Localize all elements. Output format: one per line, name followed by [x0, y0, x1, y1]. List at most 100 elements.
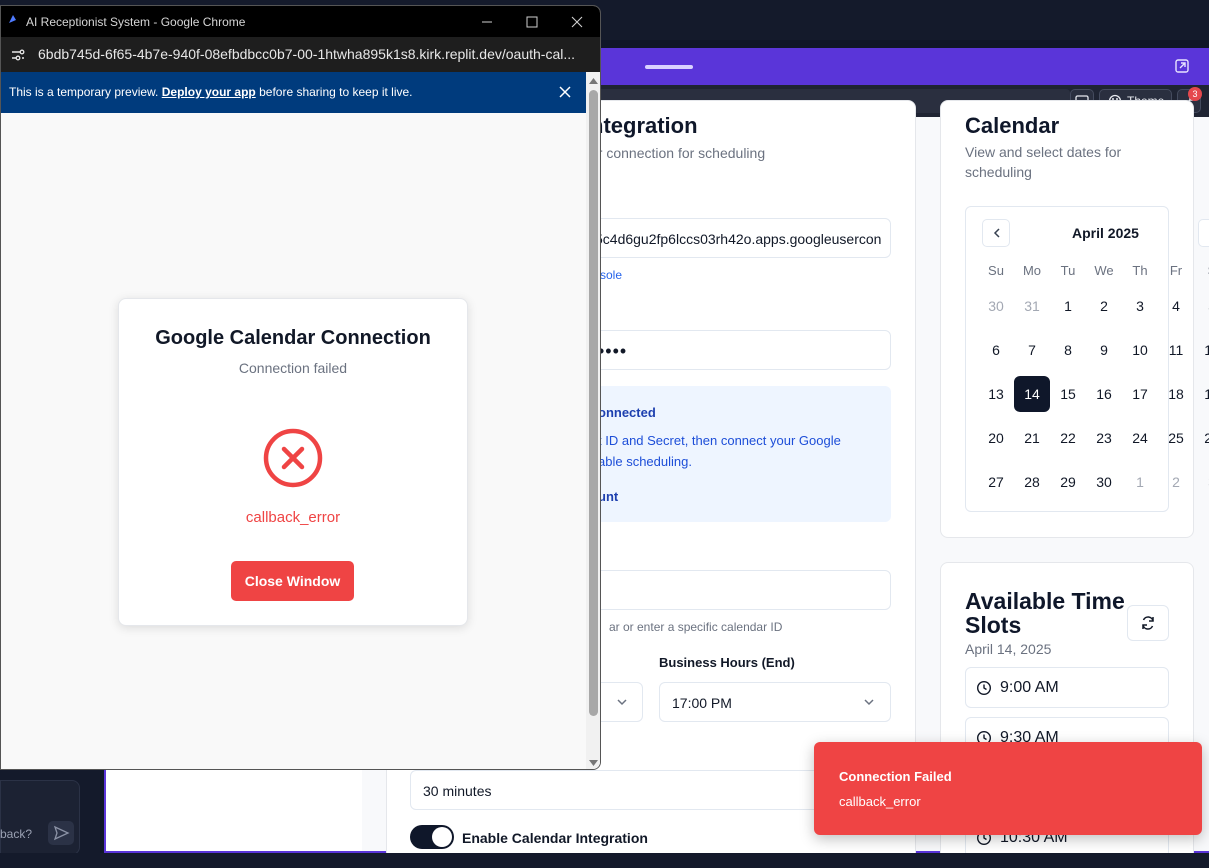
- calendar-day[interactable]: 14: [1014, 376, 1050, 412]
- calendar-day[interactable]: 5: [1194, 288, 1209, 324]
- next-month-button[interactable]: [1198, 219, 1209, 247]
- weekday-label: We: [1094, 263, 1114, 278]
- calendar-day[interactable]: 10: [1122, 332, 1158, 368]
- calendar-day[interactable]: 7: [1014, 332, 1050, 368]
- temporary-preview-banner: This is a temporary preview. Deploy your…: [1, 72, 586, 113]
- banner-close-icon[interactable]: [559, 86, 571, 98]
- calendar-day[interactable]: 13: [978, 376, 1014, 412]
- enable-calendar-toggle[interactable]: [410, 825, 454, 849]
- drag-handle[interactable]: [645, 65, 693, 69]
- popup-scroll-thumb[interactable]: [589, 90, 598, 716]
- calendar-day[interactable]: 19: [1194, 376, 1209, 412]
- calendar-id-input[interactable]: [560, 570, 891, 610]
- calendar-day[interactable]: 29: [1050, 464, 1086, 500]
- notification-badge: 3: [1188, 87, 1202, 101]
- calendar-day[interactable]: 22: [1050, 420, 1086, 456]
- popup-url-text: 6bdb745d-6f65-4b7e-940f-08efbdbcc0b7-00-…: [38, 46, 576, 62]
- error-toast[interactable]: Connection Failed callback_error: [814, 742, 1202, 835]
- calendar-day[interactable]: 6: [978, 332, 1014, 368]
- previous-month-button[interactable]: [982, 219, 1010, 247]
- popup-address-bar[interactable]: 6bdb745d-6f65-4b7e-940f-08efbdbcc0b7-00-…: [1, 37, 600, 72]
- banner-text-before: This is a temporary preview.: [9, 85, 159, 99]
- toast-message: callback_error: [839, 794, 921, 809]
- dialog-title: Google Calendar Connection: [155, 327, 431, 349]
- minimize-icon[interactable]: [480, 15, 494, 29]
- chevron-left-icon: [993, 228, 1000, 238]
- calendar-day[interactable]: 20: [978, 420, 1014, 456]
- calendar-day[interactable]: 2: [1086, 288, 1122, 324]
- popup-title-bar: AI Receptionist System - Google Chrome: [1, 6, 600, 37]
- calendar-day[interactable]: 16: [1086, 376, 1122, 412]
- notice-title: onnected: [598, 405, 656, 420]
- calendar-day[interactable]: 4: [1158, 288, 1194, 324]
- send-button[interactable]: [48, 821, 74, 845]
- slots-date: April 14, 2025: [965, 641, 1052, 657]
- maximize-icon[interactable]: [525, 15, 539, 29]
- refresh-slots-button[interactable]: [1127, 605, 1169, 641]
- calendar-day[interactable]: 8: [1050, 332, 1086, 368]
- notice-text-1: t ID and Secret, then connect your Googl…: [598, 433, 841, 448]
- calendar-day[interactable]: 30: [1086, 464, 1122, 500]
- enable-calendar-label: Enable Calendar Integration: [462, 830, 648, 846]
- calendar-day[interactable]: 21: [1014, 420, 1050, 456]
- calendar-day[interactable]: 12: [1194, 332, 1209, 368]
- client-id-input[interactable]: 5c4d6gu2fp6lccs03rh42o.apps.googleuserco…: [560, 218, 891, 258]
- calendar-day[interactable]: 1: [1122, 464, 1158, 500]
- calendar-title: Calendar: [965, 113, 1060, 138]
- slots-title: Available Time Slots: [965, 588, 1125, 638]
- scroll-down-icon[interactable]: [589, 760, 598, 767]
- background-bottom-bar: [0, 853, 1209, 868]
- calendar-day[interactable]: 9: [1086, 332, 1122, 368]
- calendar-day[interactable]: 1: [1050, 288, 1086, 324]
- calendar-day[interactable]: 25: [1158, 420, 1194, 456]
- calendar-subtitle: View and select dates for scheduling: [965, 144, 1122, 180]
- calendar-day[interactable]: 2: [1158, 464, 1194, 500]
- connect-account-link[interactable]: unt: [598, 489, 618, 504]
- calendar-day[interactable]: 30: [978, 288, 1014, 324]
- site-settings-icon[interactable]: [10, 47, 26, 63]
- appointment-duration-select[interactable]: 30 minutes: [410, 770, 830, 810]
- calendar-day[interactable]: 23: [1086, 420, 1122, 456]
- window-close-icon[interactable]: [570, 15, 584, 29]
- integration-title: ntegration: [590, 113, 698, 138]
- weekday-label: S: [1194, 263, 1209, 278]
- calendar-day[interactable]: 15: [1050, 376, 1086, 412]
- notice-text-2: able scheduling.: [598, 454, 692, 469]
- banner-text: This is a temporary preview. Deploy your…: [9, 85, 413, 99]
- weekday-label: Th: [1132, 263, 1148, 278]
- calendar-day[interactable]: 3: [1122, 288, 1158, 324]
- send-icon: [53, 825, 70, 841]
- clock-icon: [976, 680, 992, 695]
- calendar-day[interactable]: 18: [1158, 376, 1194, 412]
- calendar-day[interactable]: 3: [1194, 464, 1209, 500]
- toast-title: Connection Failed: [839, 769, 952, 784]
- calendar-day[interactable]: 31: [1014, 288, 1050, 324]
- close-window-button[interactable]: Close Window: [231, 561, 354, 601]
- google-console-link[interactable]: sole: [600, 268, 622, 282]
- weekday-label: Mo: [1022, 263, 1042, 278]
- chevron-down-icon: [617, 699, 627, 706]
- calendar-id-hint: ar or enter a specific calendar ID: [609, 620, 783, 634]
- appointment-duration-value: 30 minutes: [423, 783, 492, 799]
- business-hours-end-select[interactable]: 17:00 PM: [659, 682, 891, 722]
- open-external-icon[interactable]: [1174, 58, 1190, 74]
- integration-subtitle: ar connection for scheduling: [590, 145, 766, 161]
- calendar-day[interactable]: 17: [1122, 376, 1158, 412]
- popup-window-title: AI Receptionist System - Google Chrome: [26, 15, 246, 29]
- calendar-day[interactable]: 26: [1194, 420, 1209, 456]
- app-logo-icon: [9, 15, 16, 23]
- scroll-up-icon[interactable]: [589, 77, 598, 84]
- calendar-day[interactable]: 11: [1158, 332, 1194, 368]
- dialog-error-message: callback_error: [245, 509, 341, 526]
- client-secret-input[interactable]: ••••: [560, 330, 891, 370]
- calendar-day[interactable]: 24: [1122, 420, 1158, 456]
- weekday-label: Su: [988, 263, 1004, 278]
- dialog-subtitle: Connection failed: [238, 360, 348, 376]
- calendar-day[interactable]: 27: [978, 464, 1014, 500]
- calendar-day[interactable]: 28: [1014, 464, 1050, 500]
- deploy-app-link[interactable]: Deploy your app: [162, 85, 256, 99]
- time-slot-label: 9:00 AM: [1000, 678, 1059, 696]
- error-circle-icon: [263, 428, 323, 488]
- time-slot[interactable]: 9:00 AM: [965, 667, 1169, 708]
- refresh-icon: [1142, 616, 1154, 630]
